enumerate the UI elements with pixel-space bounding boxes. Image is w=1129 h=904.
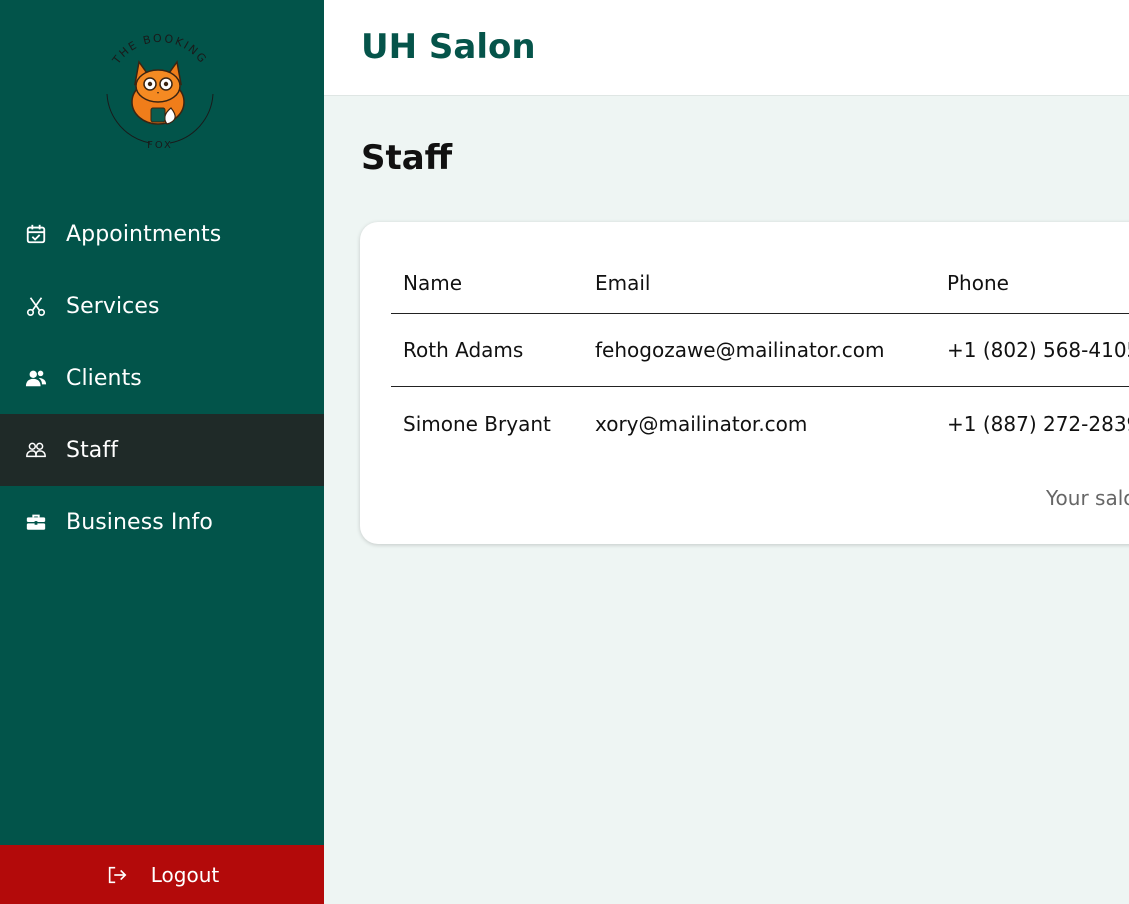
briefcase-icon bbox=[24, 510, 48, 534]
sidebar-item-business-info[interactable]: Business Info bbox=[0, 486, 324, 558]
svg-text:FOX: FOX bbox=[147, 140, 173, 151]
sidebar-item-label: Services bbox=[66, 293, 160, 319]
sidebar: THE BOOKING FOX Appointments Services Cl… bbox=[0, 0, 324, 904]
staff-phone-cell: +1 (887) 272-2839 bbox=[947, 411, 1129, 436]
sidebar-item-appointments[interactable]: Appointments bbox=[0, 198, 324, 270]
sidebar-item-label: Business Info bbox=[66, 509, 213, 535]
staff-email-cell: xory@mailinator.com bbox=[595, 411, 808, 436]
staff-table-card: Name Email Phone Roth Adams fehogozawe@m… bbox=[360, 222, 1129, 544]
staff-email-cell: fehogozawe@mailinator.com bbox=[595, 338, 885, 362]
staff-name-cell: Roth Adams bbox=[403, 338, 524, 362]
table-row[interactable]: Roth Adams fehogozawe@mailinator.com +1 … bbox=[391, 314, 1129, 387]
sidebar-item-label: Staff bbox=[66, 437, 119, 463]
column-header-name: Name bbox=[403, 270, 463, 295]
users-icon bbox=[24, 366, 48, 390]
top-header: UH Salon bbox=[324, 0, 1129, 96]
column-header-phone: Phone bbox=[947, 270, 1009, 295]
app-title: UH Salon bbox=[361, 27, 536, 67]
staff-phone-cell: +1 (802) 568-4105 bbox=[947, 338, 1129, 362]
staff-table: Name Email Phone Roth Adams fehogozawe@m… bbox=[391, 252, 1129, 460]
logout-icon bbox=[105, 863, 129, 887]
table-row[interactable]: Simone Bryant xory@mailinator.com +1 (88… bbox=[391, 387, 1129, 460]
sidebar-item-services[interactable]: Services bbox=[0, 270, 324, 342]
column-header-email: Email bbox=[595, 270, 651, 295]
booking-fox-logo: THE BOOKING FOX bbox=[106, 32, 214, 151]
logout-label: Logout bbox=[150, 862, 220, 887]
logout-button[interactable]: Logout bbox=[0, 845, 324, 904]
svg-text:THE BOOKING: THE BOOKING bbox=[109, 32, 210, 67]
sidebar-item-clients[interactable]: Clients bbox=[0, 342, 324, 414]
sidebar-item-label: Clients bbox=[66, 365, 142, 391]
sidebar-nav: Appointments Services Clients Staff Busi… bbox=[0, 198, 324, 558]
scissors-icon bbox=[24, 294, 48, 318]
table-header-row: Name Email Phone bbox=[391, 252, 1129, 314]
page-title: Staff bbox=[361, 138, 453, 178]
sidebar-item-staff[interactable]: Staff bbox=[0, 414, 324, 486]
sidebar-item-label: Appointments bbox=[66, 221, 222, 247]
staff-name-cell: Simone Bryant bbox=[403, 411, 551, 436]
calendar-check-icon bbox=[24, 222, 48, 246]
table-footnote: Your salo bbox=[1046, 486, 1129, 510]
staff-icon bbox=[24, 438, 48, 462]
